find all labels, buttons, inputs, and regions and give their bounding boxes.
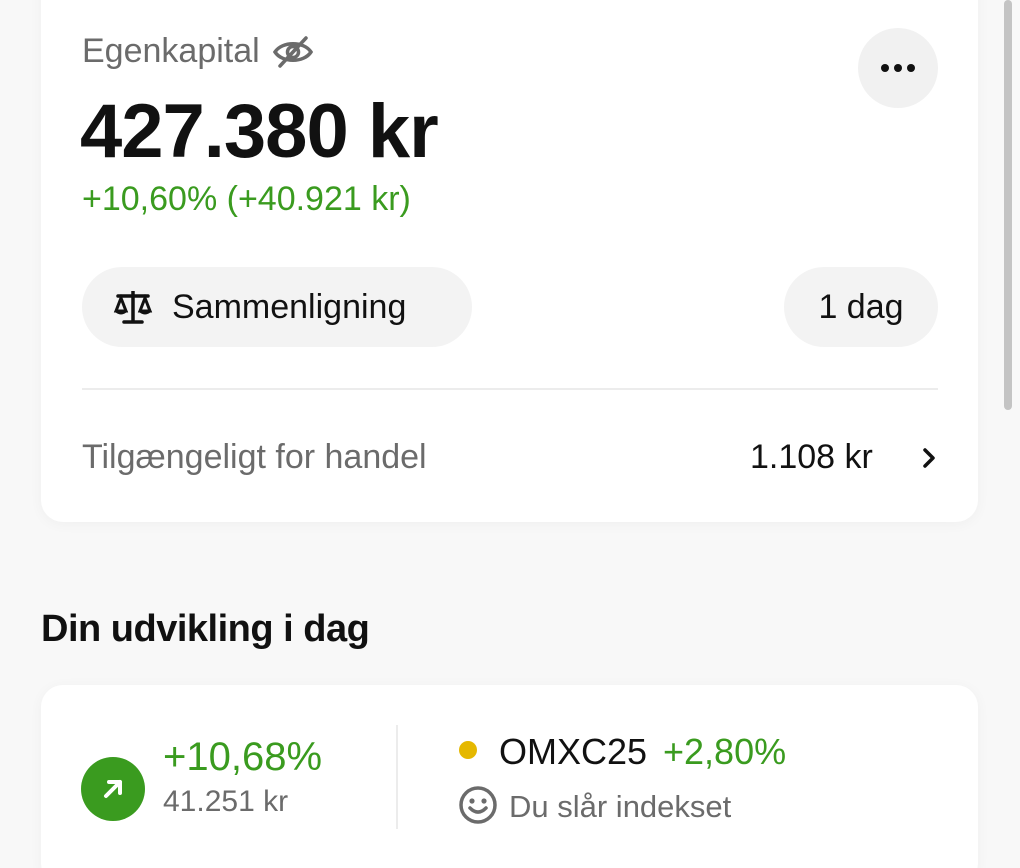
equity-card: Egenkapital 427.380 kr +10,60% (+40.921 … <box>41 0 978 522</box>
eye-off-icon[interactable] <box>272 35 314 69</box>
available-for-trading-value[interactable]: 1.108 kr <box>750 438 873 477</box>
more-dot <box>907 64 915 72</box>
vertical-divider <box>396 725 398 829</box>
equity-label-row: Egenkapital <box>82 32 314 71</box>
equity-label: Egenkapital <box>82 32 260 70</box>
equity-value: 427.380 kr <box>80 89 439 174</box>
scrollbar[interactable] <box>1004 0 1012 410</box>
today-amount-change: 41.251 kr <box>163 785 289 818</box>
period-label: 1 dag <box>818 287 904 326</box>
more-dot <box>894 64 902 72</box>
arrow-up-right-icon <box>81 757 145 821</box>
period-selector-button[interactable]: 1 dag <box>784 267 938 347</box>
index-percent-change: +2,80% <box>663 731 787 772</box>
divider <box>82 388 938 390</box>
index-name: OMXC25 <box>499 731 648 772</box>
equity-change: +10,60% (+40.921 kr) <box>82 180 411 218</box>
beat-index-text: Du slår indekset <box>509 789 732 824</box>
compare-button[interactable]: Sammenligning <box>82 267 472 347</box>
index-color-dot <box>459 741 477 759</box>
available-for-trading-label[interactable]: Tilgængeligt for handel <box>82 438 427 477</box>
today-performance-card[interactable]: +10,68% 41.251 kr OMXC25 +2,80% Du slår … <box>41 685 978 868</box>
scale-icon <box>112 287 154 327</box>
more-horizontal-icon <box>881 64 889 72</box>
smiley-icon <box>458 785 498 825</box>
chevron-right-icon[interactable] <box>919 444 939 472</box>
section-title: Din udvikling i dag <box>41 608 370 650</box>
compare-label: Sammenligning <box>172 287 407 326</box>
more-options-button[interactable] <box>858 28 938 108</box>
today-percent-change: +10,68% <box>163 735 323 779</box>
